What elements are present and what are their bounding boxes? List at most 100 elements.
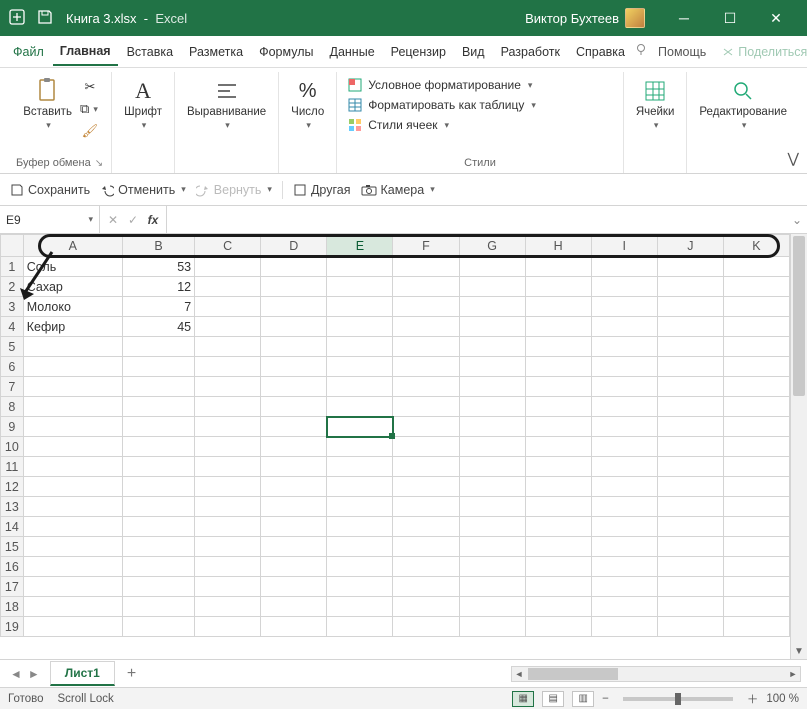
cell[interactable] — [723, 517, 789, 537]
horizontal-scrollbar[interactable]: ◄ ► — [511, 666, 801, 682]
format-as-table-button[interactable]: Форматировать как таблицу▾ — [345, 96, 538, 114]
cell[interactable] — [122, 417, 194, 437]
cell[interactable] — [525, 417, 591, 437]
cell[interactable] — [393, 417, 459, 437]
cell[interactable] — [459, 597, 525, 617]
cell[interactable] — [393, 477, 459, 497]
cell[interactable] — [195, 417, 261, 437]
cell[interactable] — [23, 437, 122, 457]
cell[interactable] — [459, 417, 525, 437]
cell[interactable] — [327, 357, 393, 377]
cell[interactable] — [122, 337, 194, 357]
cell[interactable] — [122, 597, 194, 617]
chevron-down-icon[interactable]: ▾ — [88, 214, 93, 225]
cell[interactable] — [459, 337, 525, 357]
cell[interactable] — [327, 497, 393, 517]
cell[interactable]: 12 — [122, 277, 194, 297]
cell[interactable] — [393, 557, 459, 577]
cell[interactable] — [723, 417, 789, 437]
row-header[interactable]: 11 — [1, 457, 24, 477]
cell[interactable] — [122, 537, 194, 557]
cell[interactable] — [261, 437, 327, 457]
cell[interactable] — [657, 497, 723, 517]
cell[interactable] — [723, 257, 789, 277]
cell[interactable] — [195, 377, 261, 397]
qat-other[interactable]: Другая — [293, 183, 351, 197]
cell[interactable] — [393, 517, 459, 537]
cell[interactable] — [591, 497, 657, 517]
cell[interactable] — [723, 597, 789, 617]
cell[interactable] — [459, 457, 525, 477]
cell[interactable] — [195, 357, 261, 377]
row-header[interactable]: 7 — [1, 377, 24, 397]
expand-formula-bar-icon[interactable]: ⌄ — [787, 213, 807, 227]
maximize-button[interactable]: ☐ — [707, 0, 753, 36]
cell[interactable] — [261, 257, 327, 277]
cell[interactable] — [723, 397, 789, 417]
column-header[interactable]: H — [525, 235, 591, 257]
cell[interactable] — [657, 537, 723, 557]
minimize-button[interactable]: ─ — [661, 0, 707, 36]
cell[interactable] — [525, 557, 591, 577]
qat-camera[interactable]: Камера▾ — [361, 183, 435, 197]
cell[interactable] — [657, 457, 723, 477]
cell[interactable] — [723, 317, 789, 337]
column-header[interactable]: B — [122, 235, 194, 257]
tab-file[interactable]: Файл — [6, 39, 51, 65]
cell[interactable] — [459, 537, 525, 557]
cell[interactable] — [525, 617, 591, 637]
cell[interactable] — [591, 537, 657, 557]
cell[interactable] — [327, 617, 393, 637]
tab-developer[interactable]: Разработк — [494, 39, 567, 65]
cell[interactable] — [23, 417, 122, 437]
cell[interactable] — [261, 317, 327, 337]
cell[interactable] — [525, 377, 591, 397]
cell[interactable] — [23, 497, 122, 517]
cell[interactable] — [195, 557, 261, 577]
cell[interactable] — [261, 497, 327, 517]
enter-formula-icon[interactable]: ✓ — [124, 213, 142, 227]
cell[interactable] — [591, 257, 657, 277]
cell[interactable] — [122, 497, 194, 517]
row-header[interactable]: 8 — [1, 397, 24, 417]
cell[interactable] — [591, 337, 657, 357]
cell[interactable] — [525, 357, 591, 377]
cell[interactable] — [393, 597, 459, 617]
column-header[interactable]: D — [261, 235, 327, 257]
cell[interactable] — [261, 377, 327, 397]
scroll-right-icon[interactable]: ► — [786, 667, 800, 681]
cell[interactable] — [591, 417, 657, 437]
select-all-corner[interactable] — [1, 235, 24, 257]
cell[interactable] — [723, 537, 789, 557]
cut-icon[interactable]: ✂ — [80, 78, 100, 96]
alignment-button[interactable]: Выравнивание ▾ — [183, 76, 270, 133]
cell[interactable] — [525, 257, 591, 277]
cell[interactable] — [23, 457, 122, 477]
cell[interactable] — [591, 317, 657, 337]
column-header[interactable]: J — [657, 235, 723, 257]
cell[interactable] — [327, 297, 393, 317]
row-header[interactable]: 5 — [1, 337, 24, 357]
cell[interactable] — [122, 477, 194, 497]
cell[interactable]: 7 — [122, 297, 194, 317]
cell[interactable] — [393, 397, 459, 417]
cell[interactable]: Кефир — [23, 317, 122, 337]
cell[interactable] — [261, 457, 327, 477]
autosave-icon[interactable] — [8, 8, 26, 29]
cell[interactable] — [657, 397, 723, 417]
cell[interactable] — [459, 297, 525, 317]
cell[interactable] — [591, 457, 657, 477]
cell[interactable] — [591, 297, 657, 317]
cell[interactable] — [723, 297, 789, 317]
cell-styles-button[interactable]: Стили ячеек▾ — [345, 116, 451, 134]
row-header[interactable]: 13 — [1, 497, 24, 517]
fx-icon[interactable]: fx — [144, 213, 162, 227]
row-header[interactable]: 4 — [1, 317, 24, 337]
close-button[interactable]: ✕ — [753, 0, 799, 36]
cell[interactable] — [525, 597, 591, 617]
cell[interactable] — [657, 377, 723, 397]
cell[interactable] — [591, 557, 657, 577]
cell[interactable] — [23, 337, 122, 357]
editing-button[interactable]: Редактирование ▾ — [695, 76, 791, 133]
scrollbar-thumb[interactable] — [528, 668, 618, 680]
